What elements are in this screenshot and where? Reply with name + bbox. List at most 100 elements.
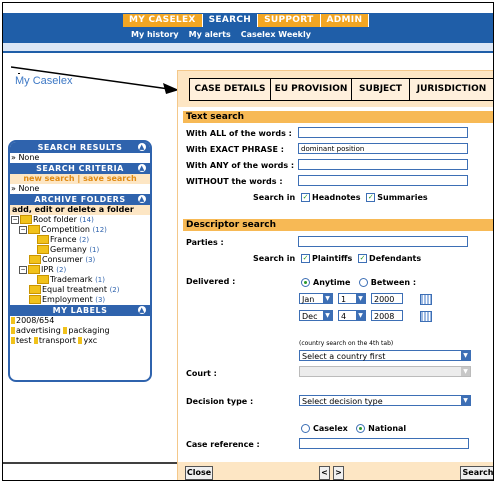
nav-tab-support[interactable]: SUPPORT <box>258 14 321 27</box>
summaries-checkbox[interactable]: ✓ <box>366 193 376 202</box>
tab-case-details[interactable]: CASE DETAILS <box>189 78 271 101</box>
delivered-options: Anytime Between : <box>301 278 416 287</box>
from-day-select[interactable]: 1 ▼ <box>338 293 366 304</box>
caselex-radio[interactable] <box>301 424 310 433</box>
descriptor-search-header: Descriptor search <box>183 219 493 231</box>
nav-tab-search[interactable]: SEARCH <box>202 14 259 27</box>
tree-row-trademark[interactable]: Trademark (1) <box>10 275 150 285</box>
calendar-icon[interactable] <box>420 311 432 322</box>
folder-label: Competition <box>41 225 90 234</box>
tree-row-germany[interactable]: Germany (1) <box>10 245 150 255</box>
nav-tab-admin[interactable]: ADMIN <box>320 14 370 27</box>
search-results-header[interactable]: SEARCH RESULTS ▲ <box>10 142 150 153</box>
label-item[interactable]: 2008/654 <box>16 316 54 325</box>
prev-button[interactable]: < <box>319 466 330 480</box>
archive-folders-header[interactable]: ARCHIVE FOLDERS ▲ <box>10 194 150 205</box>
calendar-icon[interactable] <box>420 294 432 305</box>
chevron-down-icon: ▼ <box>461 367 470 376</box>
tree-row-equal-treatment[interactable]: Equal treatment (2) <box>10 285 150 295</box>
search-in-label: Search in <box>253 193 296 202</box>
tree-row-root[interactable]: − Root folder (14) <box>10 215 150 225</box>
case-reference-label: Case reference : <box>186 440 260 449</box>
collapse-icon[interactable]: ▲ <box>138 195 146 203</box>
to-year-input[interactable]: 2008 <box>371 310 403 321</box>
any-words-input[interactable] <box>298 159 468 170</box>
to-day-select[interactable]: 4 ▼ <box>338 310 366 321</box>
collapse-icon[interactable]: ▲ <box>138 306 146 314</box>
sublink-caselex-weekly[interactable]: Caselex Weekly <box>241 30 311 39</box>
tree-row-consumer[interactable]: Consumer (3) <box>10 255 150 265</box>
court-select[interactable]: ▼ <box>299 366 471 377</box>
search-criteria-header[interactable]: SEARCH CRITERIA ▲ <box>10 163 150 174</box>
my-labels-header[interactable]: MY LABELS ▲ <box>10 305 150 316</box>
tree-row-competition[interactable]: − Competition (12) <box>10 225 150 235</box>
defendants-checkbox[interactable]: ✓ <box>358 254 368 263</box>
search-in-row: Search in ✓ Headnotes ✓ Summaries <box>253 193 428 202</box>
from-month-select[interactable]: Jan ▼ <box>299 293 333 304</box>
anytime-radio[interactable] <box>301 278 310 287</box>
folder-icon <box>29 295 41 304</box>
tree-row-ipr[interactable]: − IPR (2) <box>10 265 150 275</box>
label-item[interactable]: packaging <box>68 326 109 335</box>
to-month-select[interactable]: Dec ▼ <box>299 310 333 321</box>
tree-row-employment[interactable]: Employment (3) <box>10 295 150 305</box>
parties-label: Parties : <box>186 238 224 247</box>
tag-icon <box>11 317 15 324</box>
tab-jurisdiction[interactable]: JURISDICTION <box>409 78 493 101</box>
search-button[interactable]: Search <box>460 466 493 480</box>
sublink-my-history[interactable]: My history <box>131 30 179 39</box>
new-save-search-link[interactable]: new search | save search <box>10 174 150 184</box>
close-button[interactable]: Close <box>185 466 213 480</box>
folder-count: (2) <box>79 236 90 244</box>
without-words-input[interactable] <box>298 175 468 186</box>
defendants-label: Defendants <box>369 254 422 263</box>
nav-tab-my-caselex[interactable]: MY CASELEX <box>123 14 203 27</box>
delivered-label: Delivered : <box>186 277 236 286</box>
search-in-label: Search in <box>253 254 296 263</box>
chevron-down-icon: ▼ <box>461 396 470 405</box>
tag-icon <box>78 337 83 344</box>
label-row: test transport yxc <box>10 336 150 346</box>
all-words-input[interactable] <box>298 127 468 138</box>
national-radio[interactable] <box>356 424 366 433</box>
country-select[interactable]: Select a country first ▼ <box>299 350 471 361</box>
sublink-my-alerts[interactable]: My alerts <box>189 30 231 39</box>
from-year-input[interactable]: 2000 <box>371 293 403 304</box>
folder-icon <box>20 215 32 224</box>
folder-icon <box>28 225 40 234</box>
decision-type-select[interactable]: Select decision type ▼ <box>299 395 471 406</box>
folder-icon <box>37 235 49 244</box>
chevron-down-icon: ▼ <box>323 294 332 303</box>
collapse-icon[interactable]: ▲ <box>138 143 146 151</box>
label-item[interactable]: transport <box>39 336 76 345</box>
collapse-folder-icon[interactable]: − <box>19 225 27 234</box>
tree-row-france[interactable]: France (2) <box>10 235 150 245</box>
headnotes-checkbox[interactable]: ✓ <box>301 193 310 202</box>
national-label: National <box>368 424 407 433</box>
label-item[interactable]: advertising <box>16 326 61 335</box>
folder-count: (3) <box>85 256 96 264</box>
label-item[interactable]: yxc <box>83 336 97 345</box>
search-results-value: » None <box>11 153 40 162</box>
folder-count: (3) <box>95 296 106 304</box>
parties-input[interactable] <box>298 236 468 247</box>
summaries-label: Summaries <box>377 193 428 202</box>
label-item[interactable]: test <box>16 336 31 345</box>
plaintiffs-checkbox[interactable]: ✓ <box>301 254 310 263</box>
caselex-label: Caselex <box>313 424 348 433</box>
exact-phrase-input[interactable]: dominant position <box>298 143 468 154</box>
folder-label: Equal treatment <box>42 285 108 294</box>
without-words-label: WITHOUT the words : <box>186 177 283 186</box>
between-radio[interactable] <box>358 278 368 287</box>
collapse-folder-icon[interactable]: − <box>19 265 27 274</box>
collapse-icon[interactable]: ▲ <box>138 164 146 172</box>
main-nav: MY CASELEX SEARCH SUPPORT ADMIN <box>123 14 370 28</box>
folder-label: Root folder <box>33 215 77 224</box>
collapse-folder-icon[interactable]: − <box>11 215 19 224</box>
tab-subject[interactable]: SUBJECT <box>351 78 410 101</box>
case-reference-input[interactable] <box>299 438 469 449</box>
folder-tree: − Root folder (14) − Competition (12) Fran… <box>10 215 150 305</box>
tab-eu-provision[interactable]: EU PROVISION <box>270 78 352 101</box>
next-button[interactable]: > <box>333 466 344 480</box>
edit-folders-link[interactable]: add, edit or delete a folder <box>10 205 150 215</box>
